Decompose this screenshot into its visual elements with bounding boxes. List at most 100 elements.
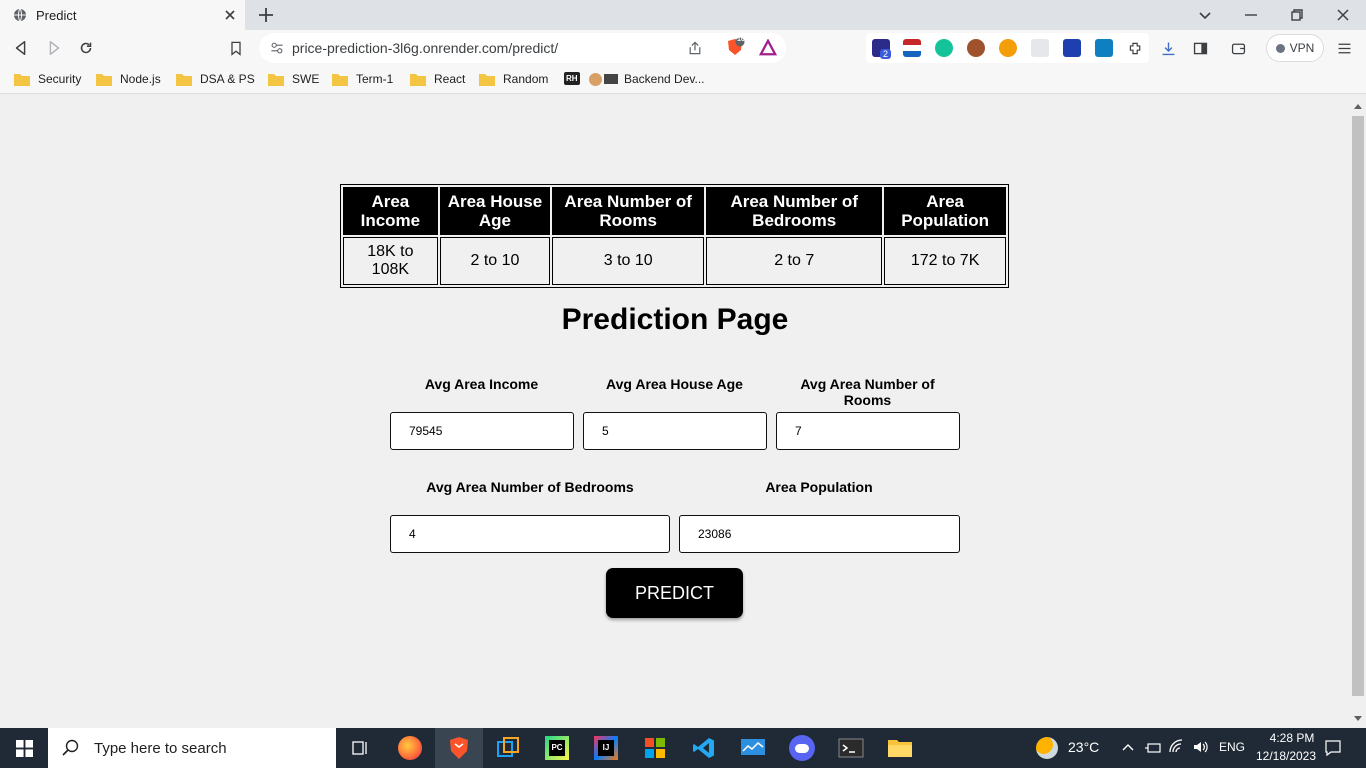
firefox-icon: [398, 736, 422, 760]
us-flag-extension-icon[interactable]: [903, 39, 921, 57]
rooms-input[interactable]: [776, 412, 960, 450]
scroll-up-icon[interactable]: [1354, 103, 1362, 109]
tab-search-chevron-icon[interactable]: [1195, 5, 1215, 25]
close-window-icon[interactable]: [1333, 5, 1353, 25]
population-input[interactable]: [679, 515, 960, 553]
taskbar-vscode[interactable]: [680, 728, 728, 768]
input-language[interactable]: ENG: [1219, 740, 1245, 754]
browser-tab[interactable]: Predict: [0, 0, 245, 30]
show-hidden-icons-chevron-icon[interactable]: [1122, 742, 1134, 752]
wifi-icon[interactable]: [1168, 739, 1186, 755]
folder-icon: [479, 73, 495, 86]
z-extension-icon[interactable]: [1095, 39, 1113, 57]
taskbar-monitor-app[interactable]: [729, 728, 777, 768]
reload-icon[interactable]: [76, 38, 96, 58]
notifications-icon[interactable]: [1324, 739, 1342, 757]
copy-app-icon: [497, 737, 519, 757]
clock-time[interactable]: 4:28 PM: [1262, 731, 1322, 745]
weather-temperature: 23°C: [1068, 739, 1100, 755]
house-age-input[interactable]: [583, 412, 767, 450]
bookmark-rh[interactable]: RH: [564, 72, 580, 85]
minimize-icon[interactable]: [1241, 5, 1261, 25]
bookmark-folder-nodejs[interactable]: Node.js: [96, 72, 161, 86]
share-icon[interactable]: [685, 38, 705, 58]
bookmark-label: Security: [38, 72, 82, 86]
clock-date[interactable]: 12/18/2023: [1249, 749, 1323, 763]
tab-strip: Predict: [0, 0, 1366, 30]
bookmark-folder-react[interactable]: React: [410, 72, 465, 86]
bedrooms-label: Avg Area Number of Bedrooms: [426, 479, 634, 495]
battery-plug-icon[interactable]: [1144, 740, 1162, 756]
globe-icon: [14, 8, 26, 22]
weather-widget[interactable]: 23°C: [1036, 728, 1106, 768]
task-view-button[interactable]: [336, 728, 384, 768]
vpn-label: VPN: [1289, 41, 1315, 55]
new-tab-icon[interactable]: [256, 5, 276, 25]
windows-logo-icon: [15, 739, 33, 757]
taskbar-file-explorer[interactable]: [876, 728, 924, 768]
bookmark-icon[interactable]: [226, 38, 246, 58]
scroll-down-icon[interactable]: [1354, 716, 1362, 722]
close-tab-icon[interactable]: [222, 7, 238, 23]
vscode-icon: [693, 738, 714, 758]
wallet-icon[interactable]: [1228, 38, 1248, 58]
extensions-puzzle-icon[interactable]: [1125, 38, 1145, 58]
taskbar-copy-app[interactable]: [484, 728, 532, 768]
cookie-extension-icon[interactable]: [967, 39, 985, 57]
restore-icon[interactable]: [1287, 5, 1307, 25]
folder-icon: [410, 73, 426, 86]
weather-cloud-sun-icon: [1036, 737, 1058, 759]
blocker-extension-icon[interactable]: [999, 39, 1017, 57]
bookmark-label: React: [434, 72, 466, 86]
taskbar-intellij[interactable]: IJ: [582, 728, 630, 768]
grid-extension-icon[interactable]: [1031, 39, 1049, 57]
start-button[interactable]: [0, 728, 48, 768]
volume-icon[interactable]: [1192, 739, 1210, 755]
file-explorer-icon: [888, 740, 912, 757]
folder-icon: [14, 73, 30, 86]
back-icon[interactable]: [11, 38, 31, 58]
taskbar-office[interactable]: [631, 728, 679, 768]
shield-count-badge: 10: [737, 36, 745, 43]
house-age-label: Avg Area House Age: [606, 376, 743, 392]
taskbar-firefox[interactable]: [386, 728, 434, 768]
bookmark-folder-term1[interactable]: Term-1: [332, 72, 393, 86]
address-bar[interactable]: price-prediction-3l6g.onrender.com/predi…: [259, 33, 786, 63]
bookmark-folder-security[interactable]: Security: [14, 72, 81, 86]
taskbar-terminal[interactable]: [827, 728, 875, 768]
column-header: Area House Age: [439, 187, 551, 235]
site-settings-icon[interactable]: [267, 38, 287, 58]
column-header: Area Number of Rooms: [552, 187, 705, 235]
bookmark-label: Backend Dev...: [624, 72, 705, 86]
scroll-thumb[interactable]: [1352, 116, 1364, 696]
bookmark-label: DSA & PS: [200, 72, 255, 86]
bookmark-folder-dsa[interactable]: DSA & PS: [176, 72, 255, 86]
forward-icon[interactable]: [44, 38, 64, 58]
income-input[interactable]: [390, 412, 574, 450]
column-header: Area Population: [884, 187, 1006, 235]
folder-icon: [332, 73, 348, 86]
grammarly-icon[interactable]: [935, 39, 953, 57]
menu-icon[interactable]: [1334, 38, 1354, 58]
taskbar-pycharm[interactable]: PC: [533, 728, 581, 768]
bookmark-backend-dev[interactable]: Backend Dev...: [589, 72, 704, 86]
bitwarden-extension-icon[interactable]: [1063, 39, 1081, 57]
brave-rewards-icon[interactable]: [758, 38, 778, 58]
office-icon: [645, 738, 665, 758]
bookmark-label: Term-1: [356, 72, 394, 86]
terminal-icon: [838, 738, 864, 758]
download-icon[interactable]: [1158, 38, 1178, 58]
predict-button[interactable]: PREDICT: [606, 568, 743, 618]
bookmark-label: SWE: [292, 72, 320, 86]
sidebar-icon[interactable]: [1190, 38, 1210, 58]
taskbar-discord[interactable]: [778, 728, 826, 768]
laptop-icon: [604, 74, 618, 84]
taskbar-brave[interactable]: [435, 728, 483, 768]
bookmark-folder-random[interactable]: Random: [479, 72, 548, 86]
bookmark-folder-swe[interactable]: SWE: [268, 72, 319, 86]
bedrooms-input[interactable]: [390, 515, 670, 553]
vpn-button[interactable]: VPN: [1266, 34, 1324, 62]
taskbar-search-box[interactable]: Type here to search: [48, 728, 336, 768]
page-scrollbar[interactable]: [1350, 98, 1366, 728]
vpn-status-dot: [1275, 43, 1285, 53]
